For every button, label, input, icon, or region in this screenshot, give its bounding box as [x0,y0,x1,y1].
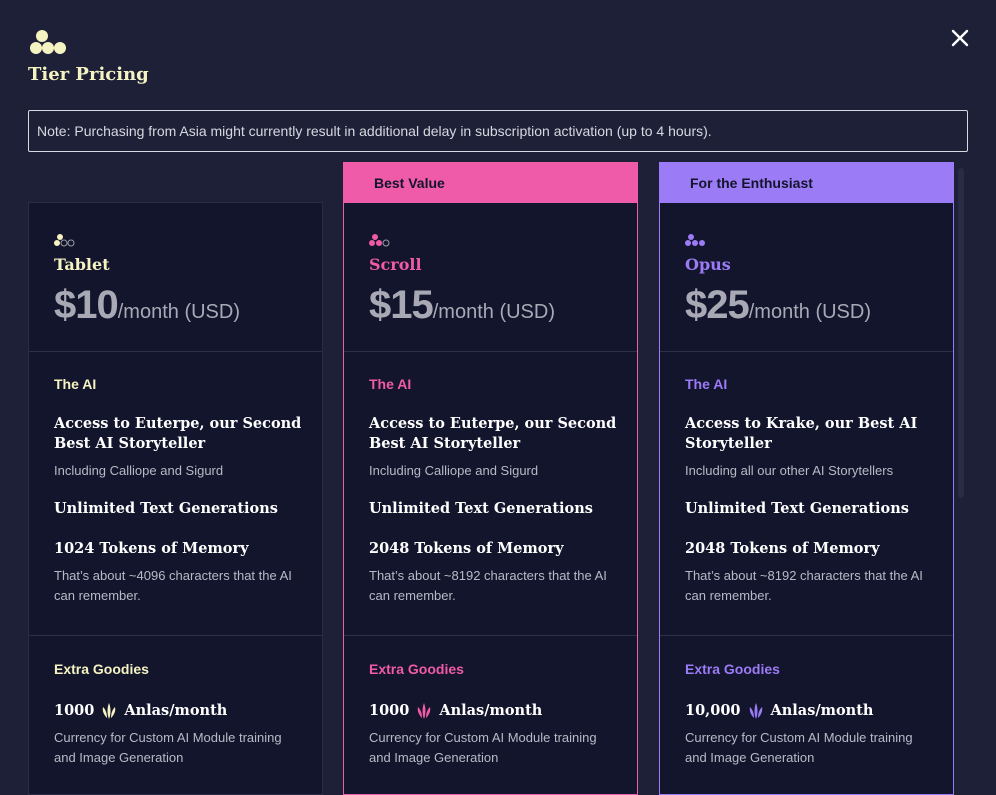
tier-price: $15/month (USD) [369,283,555,328]
price-period: /month (USD) [748,301,871,323]
divider [344,635,637,636]
close-icon[interactable] [948,26,972,50]
price-amount: $25 [685,283,750,327]
memory-subtitle: That’s about ~8192 characters that the A… [685,568,923,603]
anlas-count: 10,000 [685,702,741,719]
anlas-row: 1000 Anlas/month [369,701,619,721]
tier-price: $10/month (USD) [54,283,240,328]
memory-subtitle: That’s about ~4096 characters that the A… [54,568,292,603]
generations-title: Unlimited Text Generations [685,500,909,517]
generations-title: Unlimited Text Generations [54,500,278,517]
section-label-ai: The AI [685,376,728,392]
tablet-tier-icon [54,234,75,247]
generations-title: Unlimited Text Generations [369,500,593,517]
divider [660,351,953,352]
anlas-unit: Anlas/month [124,702,228,719]
anlas-count: 1000 [369,702,410,719]
anlas-icon [103,703,116,719]
tier-name: Tablet [54,255,110,274]
opus-tier-icon [685,234,705,246]
model-title: Access to Euterpe, our Second Best AI St… [54,415,302,452]
enthusiast-banner: For the Enthusiast [659,162,954,203]
divider [660,635,953,636]
anlas-icon [418,703,431,719]
anlas-subtitle: Currency for Custom AI Module training a… [369,730,597,765]
section-label-ai: The AI [54,376,97,392]
model-title: Access to Euterpe, our Second Best AI St… [369,415,617,452]
anlas-subtitle: Currency for Custom AI Module training a… [685,730,913,765]
scroll-tier-icon [369,234,390,247]
page-title: Tier Pricing [28,64,149,85]
memory-title: 2048 Tokens of Memory [369,540,564,557]
banner-label: For the Enthusiast [690,174,813,191]
divider [29,635,322,636]
tier-card-opus[interactable]: Opus $25/month (USD) The AI Access to Kr… [659,202,954,795]
tier-card-scroll[interactable]: Scroll $15/month (USD) The AI Access to … [343,202,638,795]
section-label-extras: Extra Goodies [369,661,464,677]
memory-title: 1024 Tokens of Memory [54,540,249,557]
tier-name: Opus [685,255,731,274]
anlas-count: 1000 [54,702,95,719]
tier-name: Scroll [369,255,422,274]
region-note: Note: Purchasing from Asia might current… [28,110,968,152]
anlas-unit: Anlas/month [770,702,874,719]
model-subtitle: Including all our other AI Storytellers [685,463,894,478]
price-period: /month (USD) [432,301,555,323]
anlas-subtitle: Currency for Custom AI Module training a… [54,730,282,765]
divider [29,351,322,352]
anlas-row: 1000 Anlas/month [54,701,304,721]
model-title: Access to Krake, our Best AI Storyteller [685,415,918,452]
scrollbar[interactable] [958,168,964,498]
anlas-unit: Anlas/month [439,702,543,719]
anlas-row: 10,000 Anlas/month [685,701,935,721]
section-label-extras: Extra Goodies [685,661,780,677]
anlas-icon [749,703,762,719]
banner-label: Best Value [374,174,445,191]
best-value-banner: Best Value [343,162,638,203]
model-subtitle: Including Calliope and Sigurd [54,463,224,478]
section-label-extras: Extra Goodies [54,661,149,677]
tier-price: $25/month (USD) [685,283,871,328]
section-label-ai: The AI [369,376,412,392]
novelai-logo-icon [30,30,66,54]
divider [344,351,637,352]
price-amount: $15 [369,283,434,327]
price-amount: $10 [54,283,119,327]
tier-card-tablet[interactable]: Tablet $10/month (USD) The AI Access to … [28,202,323,795]
memory-subtitle: That’s about ~8192 characters that the A… [369,568,607,603]
memory-title: 2048 Tokens of Memory [685,540,880,557]
region-note-text: Note: Purchasing from Asia might current… [37,123,712,139]
model-subtitle: Including Calliope and Sigurd [369,463,539,478]
price-period: /month (USD) [117,301,240,323]
